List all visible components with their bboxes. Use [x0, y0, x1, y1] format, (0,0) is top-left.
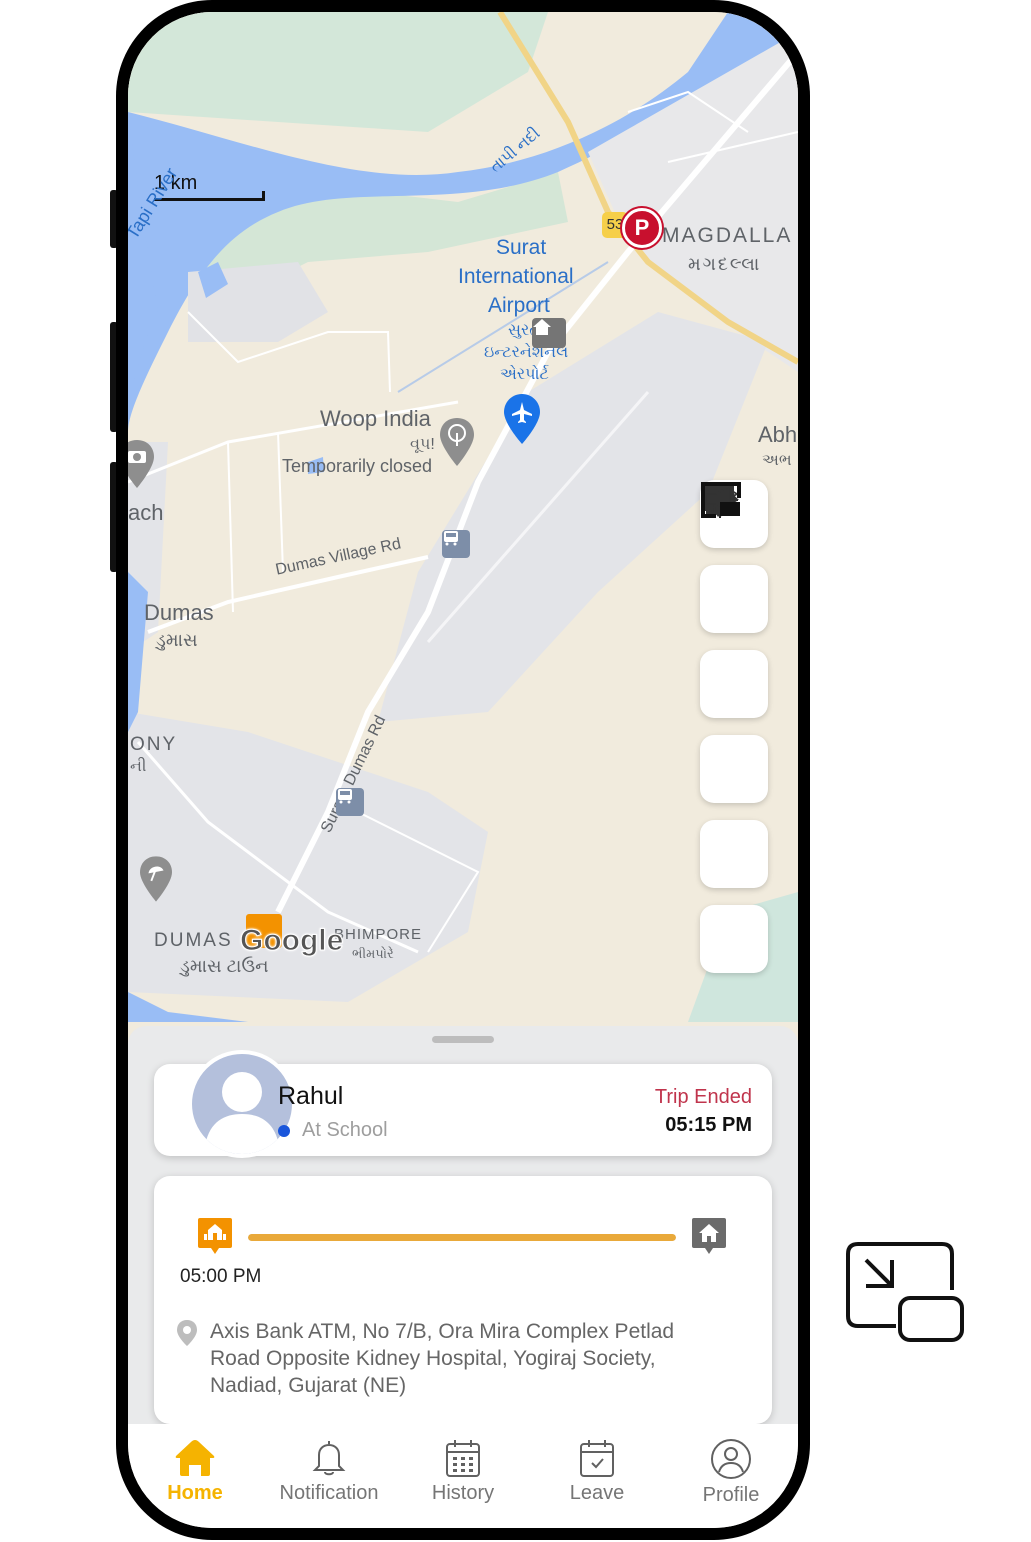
trip-end-time: 05:15 PM	[665, 1114, 752, 1136]
student-status-label: At School	[302, 1119, 388, 1141]
location-pin-icon	[177, 1320, 197, 1346]
user-silhouette-icon	[204, 1072, 280, 1154]
home-location-button[interactable]	[700, 482, 768, 633]
user-circle-icon	[711, 1439, 751, 1479]
map-label-airport-3: Airport	[488, 294, 550, 317]
sheet-drag-handle[interactable]	[432, 1036, 494, 1043]
map-label-dumas-town: DUMAS	[154, 930, 233, 951]
trip-details-card[interactable]: 05:00 PM Axis Bank ATM, No 7/B, Ora Mira…	[154, 1176, 772, 1424]
announcement-button[interactable]	[700, 484, 768, 888]
google-logo: Google	[239, 924, 344, 958]
nav-history-label: History	[431, 1482, 495, 1504]
bus-stop-marker-icon[interactable]	[442, 530, 470, 558]
status-dot	[278, 1124, 290, 1137]
map-label-dumas: Dumas	[144, 600, 214, 625]
layers-button[interactable]	[700, 482, 768, 718]
map-label-airport-2: International	[458, 265, 574, 288]
trip-progress-bar	[248, 1234, 676, 1241]
student-name: Rahul	[278, 1082, 344, 1110]
map-label-abh: Abh	[758, 422, 798, 447]
student-card[interactable]: Rahul At School Trip Ended 05:15 PM	[154, 1050, 772, 1158]
bell-icon	[312, 1441, 346, 1476]
map-label-magdalla-gu: મગદલ્લા	[688, 254, 762, 274]
nav-home[interactable]: Home	[128, 1438, 262, 1528]
school-icon	[198, 1218, 232, 1259]
nav-history[interactable]: History	[396, 1438, 530, 1528]
map-label-magdalla: MAGDALLA	[662, 224, 793, 247]
trip-address: Axis Bank ATM, No 7/B, Ora Mira Complex …	[210, 1320, 675, 1397]
nav-leave[interactable]: Leave	[530, 1438, 664, 1528]
trip-start-time: 05:00 PM	[180, 1266, 262, 1287]
parking-marker-icon[interactable]: P	[622, 208, 662, 248]
map-label-beach-partial: ach	[128, 500, 164, 525]
map-label-woop-status: Temporarily closed	[282, 456, 433, 476]
map-label-colony-gu-partial: ની	[130, 758, 147, 775]
student-status: At School	[278, 1119, 388, 1142]
bus-stop-marker-2-icon[interactable]	[336, 788, 364, 816]
nav-profile-label: Profile	[702, 1484, 760, 1506]
nav-profile[interactable]: Profile	[664, 1438, 798, 1528]
pip-icon	[701, 482, 741, 518]
map-label-bhimpore: BHIMPORE	[334, 926, 423, 943]
trip-progress-fill	[248, 1234, 676, 1241]
nav-notification[interactable]: Notification	[262, 1438, 396, 1528]
map-label-dumas-gu: ડુમાસ	[156, 630, 198, 650]
map-label-airport-1: Surat	[496, 236, 547, 259]
nav-notification-label: Notification	[279, 1482, 379, 1504]
map-label-abh-gu: અભ	[762, 452, 792, 469]
map-label-woop-india: Woop India	[320, 406, 431, 431]
map-label-bhimpore-gu: ભીમપોરે	[352, 946, 394, 961]
calendar-check-icon	[580, 1440, 614, 1477]
phone-frame: 1 km Tapi River તાપી નદી 53 P MAGDALLA મ…	[116, 0, 810, 1540]
picture-in-picture-button[interactable]	[700, 482, 768, 973]
nav-home-label: Home	[167, 1482, 223, 1504]
map-label-colony-partial: ONY	[130, 734, 178, 755]
bottom-navigation: Home Notification History Leave Profile	[128, 1424, 798, 1528]
nav-leave-label: Leave	[569, 1482, 625, 1504]
map-label-airport-gu-3: એરપોર્ટ	[500, 366, 549, 383]
home-destination-icon	[692, 1218, 726, 1259]
map-controls	[700, 480, 770, 990]
map-label-woop-india-gu: વૂપ!	[410, 436, 435, 453]
trip-status-badge: Trip Ended	[654, 1086, 752, 1108]
home-icon	[175, 1440, 215, 1476]
calendar-grid-icon	[446, 1440, 480, 1477]
exit-picture-in-picture-icon[interactable]	[844, 1240, 968, 1346]
app-screen: 1 km Tapi River તાપી નદી 53 P MAGDALLA મ…	[128, 12, 798, 1528]
map-home-marker-icon[interactable]	[532, 318, 566, 348]
message-button[interactable]	[700, 483, 768, 803]
map-label-dumas-town-gu: ડુમાસ ટાઉન	[180, 956, 269, 976]
bottom-sheet: Rahul At School Trip Ended 05:15 PM 05:0…	[128, 1026, 798, 1436]
